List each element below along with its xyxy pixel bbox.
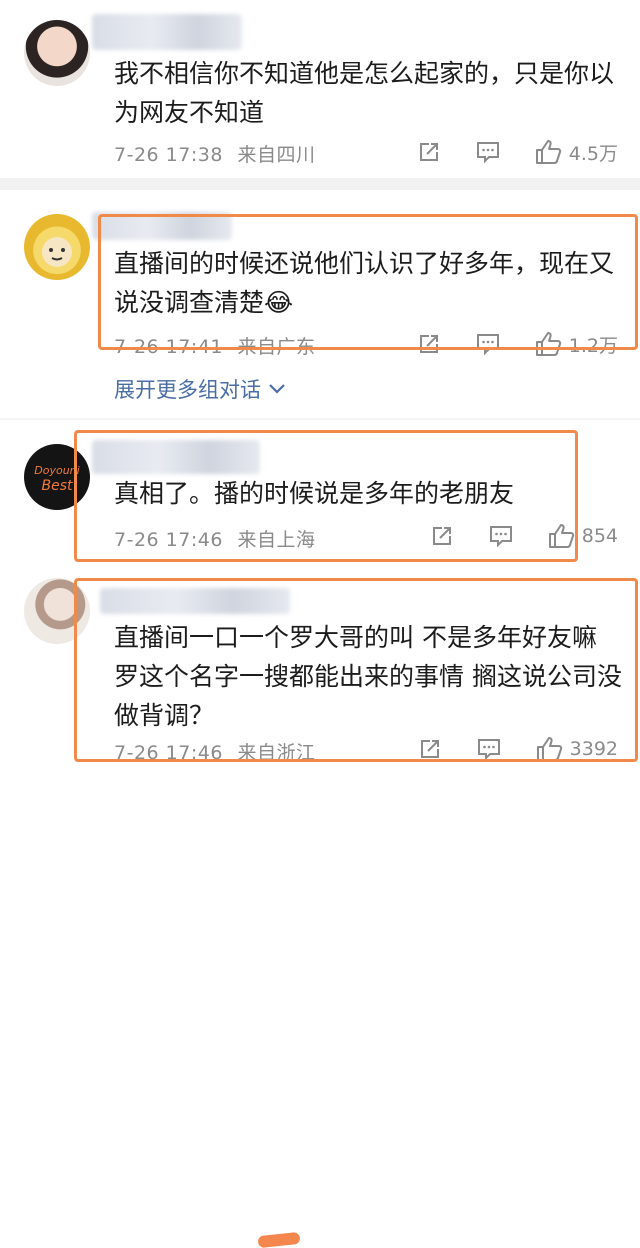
comment-button[interactable] [475, 140, 501, 164]
comment-meta: 7-26 17:46 来自上海 [114, 525, 315, 552]
comment-actions: 1.2万 [417, 329, 618, 359]
like-count: 854 [581, 525, 618, 547]
avatar[interactable] [24, 578, 90, 644]
like-button[interactable]: 854 [548, 523, 618, 549]
comment-text-body: 直播间的时候还说他们认识了好多年，现在又说没调查清楚 [114, 249, 615, 317]
comment-text: 直播间的时候还说他们认识了好多年，现在又说没调查清楚😂 [114, 244, 622, 322]
comment-text: 真相了。播的时候说是多年的老朋友 [114, 479, 515, 508]
chevron-down-icon [269, 384, 285, 394]
svg-text:Best: Best [41, 478, 73, 494]
comment-time: 7-26 17:41 [114, 336, 223, 358]
share-icon [420, 740, 439, 758]
avatar-logo-icon: DoyouniBest [34, 464, 79, 494]
comment-button[interactable] [475, 332, 501, 356]
comment-time: 7-26 17:38 [114, 144, 223, 166]
comment-button[interactable] [488, 524, 514, 548]
like-count: 1.2万 [568, 334, 618, 357]
comment-3: Doyouni Best 真相了。播的时候说是多年的老朋友 7-26 17:46 … [0, 420, 640, 570]
thumbs-up-icon [548, 524, 574, 548]
comment-text: 直播间一口一个罗大哥的叫 不是多年好友嘛 罗这个名字一搜都能出来的事情 搁这说公… [114, 623, 622, 730]
comment-icon [476, 334, 499, 356]
comment-source: 来自上海 [237, 529, 316, 551]
comment-2: 直播间的时候还说他们认识了好多年，现在又说没调查清楚😂 7-26 17:41 来… [0, 190, 640, 414]
share-icon [419, 143, 438, 161]
comment-icon [477, 739, 500, 761]
svg-text:Doyouni: Doyouni [34, 464, 79, 477]
comment-source: 来自广东 [237, 336, 316, 358]
comment-meta: 7-26 17:46 来自浙江 [114, 738, 315, 765]
redaction-scribble [257, 1231, 301, 1248]
share-button[interactable] [418, 737, 442, 761]
section-divider [0, 178, 640, 190]
username-blurred[interactable] [92, 440, 260, 474]
comment-actions: 4.5万 [417, 137, 618, 167]
share-button[interactable] [430, 524, 454, 548]
comment-meta: 7-26 17:38 来自四川 [114, 140, 315, 167]
comment-button[interactable] [476, 737, 502, 761]
share-icon [432, 527, 451, 545]
username-blurred[interactable] [92, 212, 232, 240]
comment-icon [489, 526, 512, 548]
share-icon [419, 335, 438, 353]
like-button[interactable]: 3392 [536, 736, 618, 762]
comment-icon [476, 142, 499, 164]
emoji-laugh: 😂 [264, 288, 294, 317]
comment-source: 来自浙江 [237, 742, 316, 764]
comment-meta: 7-26 17:41 来自广东 [114, 332, 315, 359]
share-button[interactable] [417, 332, 441, 356]
like-button[interactable]: 4.5万 [535, 139, 618, 166]
like-button[interactable]: 1.2万 [535, 331, 618, 358]
thumbs-up-icon [536, 737, 562, 761]
comment-source: 来自四川 [237, 144, 316, 166]
comment-4: 直播间一口一个罗大哥的叫 不是多年好友嘛 罗这个名字一搜都能出来的事情 搁这说公… [0, 574, 640, 1248]
comment-time: 7-26 17:46 [114, 742, 223, 764]
thumbs-up-icon [535, 140, 561, 164]
avatar-face-icon [42, 237, 72, 267]
expand-label: 展开更多组对话 [114, 378, 261, 402]
username-blurred[interactable] [92, 14, 242, 50]
comment-actions: 854 [430, 521, 618, 551]
like-count: 4.5万 [568, 142, 618, 165]
username-blurred[interactable] [100, 588, 290, 614]
like-count: 3392 [569, 738, 618, 760]
thumbs-up-icon [535, 332, 561, 356]
comment-actions: 3392 [418, 734, 618, 764]
share-button[interactable] [417, 140, 441, 164]
comment-time: 7-26 17:46 [114, 529, 223, 551]
expand-more-link[interactable]: 展开更多组对话 [114, 374, 287, 404]
comment-text: 我不相信你不知道他是怎么起家的，只是你以为网友不知道 [114, 59, 615, 127]
avatar[interactable] [24, 214, 90, 280]
avatar[interactable]: Doyouni Best [24, 444, 90, 510]
avatar[interactable] [24, 20, 90, 86]
comment-1: 我不相信你不知道他是怎么起家的，只是你以为网友不知道 7-26 17:38 来自… [0, 0, 640, 176]
